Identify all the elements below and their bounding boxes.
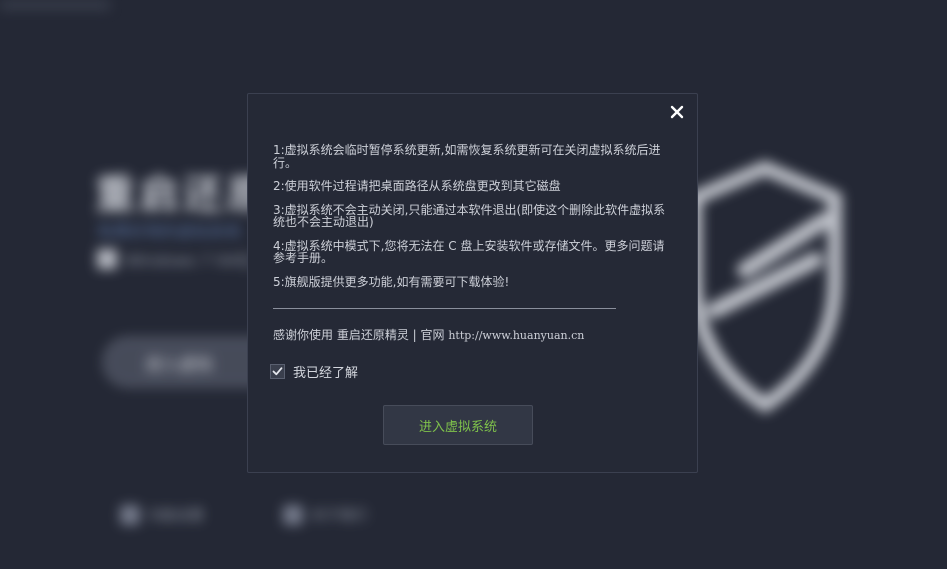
notice-dialog: 1:虚拟系统会临时暂停系统更新,如需恢复系统更新可在关闭虚拟系统后进行。 2:使… xyxy=(247,93,698,473)
notice-item-4: 4:虚拟系统中模式下,您将无法在 C 盘上安装软件或存储文件。更多问题请参考手册… xyxy=(273,238,665,265)
background-settings-item: 功能设置 xyxy=(120,505,204,525)
divider xyxy=(273,308,616,309)
background-about-label: 关于我们 xyxy=(311,508,367,524)
background-settings-label: 功能设置 xyxy=(148,508,204,524)
agree-checkbox-row[interactable]: 我已经了解 xyxy=(270,362,358,381)
thanks-line: 感谢你使用 重启还原精灵 | 官网 http://www.huanyuan.cn xyxy=(273,326,584,343)
background-topbar xyxy=(0,0,110,10)
background-enter-label: 进入虚拟 xyxy=(145,354,213,375)
background-subtitle: 免费好用的虚拟系统 xyxy=(97,222,242,241)
enter-virtual-system-button[interactable]: 进入虚拟系统 xyxy=(383,405,533,445)
background-os-text: Windows 7 64位 xyxy=(125,251,254,270)
shield-icon xyxy=(688,160,842,414)
background-title: 重启还原 xyxy=(95,172,271,218)
notice-item-5: 5:旗舰版提供更多功能,如有需要可下载体验! xyxy=(273,274,510,289)
app-window: 重启还原 免费好用的虚拟系统 Windows 7 64位 进入虚拟 功能设置 关… xyxy=(0,0,947,569)
settings-icon xyxy=(120,505,140,525)
thanks-text: 感谢你使用 重启还原精灵 | 官网 xyxy=(273,328,445,342)
agree-checkbox[interactable] xyxy=(270,364,285,379)
background-os-info: Windows 7 64位 xyxy=(97,247,253,271)
close-icon xyxy=(670,105,684,119)
windows-icon xyxy=(97,249,117,269)
info-icon xyxy=(283,505,303,525)
checkmark-icon xyxy=(272,367,283,376)
notice-item-1: 1:虚拟系统会临时暂停系统更新,如需恢复系统更新可在关闭虚拟系统后进行。 xyxy=(273,143,661,170)
close-button[interactable] xyxy=(669,104,685,120)
notice-item-2: 2:使用软件过程请把桌面路径从系统盘更改到其它磁盘 xyxy=(273,179,561,193)
notice-item-3: 3:虚拟系统不会主动关闭,只能通过本软件退出(即使这个删除此软件虚拟系统也不会主… xyxy=(273,202,666,229)
agree-label: 我已经了解 xyxy=(293,366,359,381)
notice-list: 1:虚拟系统会临时暂停系统更新,如需恢复系统更新可在关闭虚拟系统后进行。 2:使… xyxy=(273,144,673,299)
website-link[interactable]: http://www.huanyuan.cn xyxy=(448,329,584,342)
background-about-item: 关于我们 xyxy=(283,505,367,525)
